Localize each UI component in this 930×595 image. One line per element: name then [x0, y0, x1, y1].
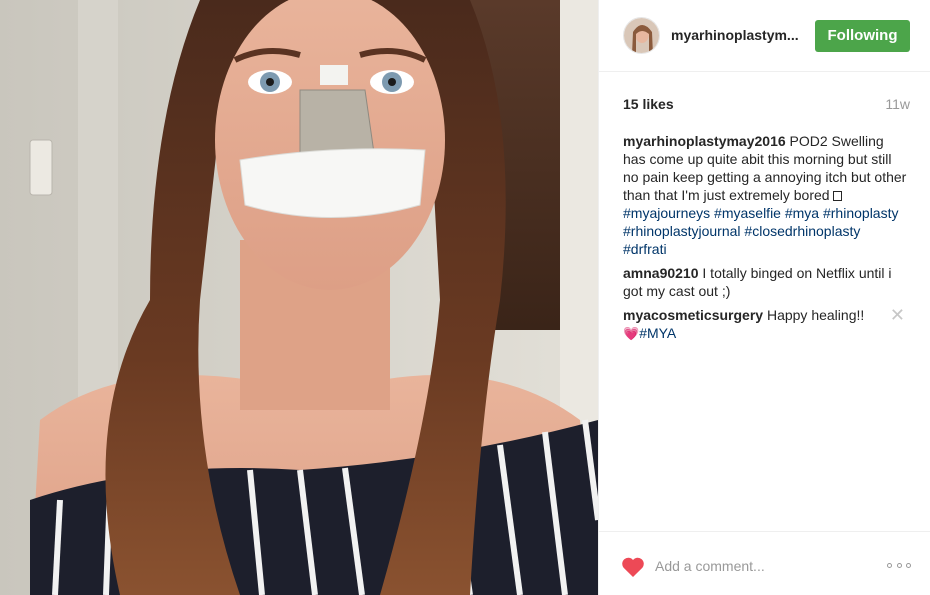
hashtag[interactable]: #rhinoplastyjournal [623, 223, 741, 239]
avatar[interactable] [623, 17, 660, 54]
post-photo[interactable] [0, 0, 598, 595]
dot-icon [887, 562, 892, 568]
hashtag[interactable]: #myajourneys [623, 205, 710, 221]
post-details-panel: myarhinoplastym... Following 15 likes 11… [598, 0, 930, 595]
heart-icon[interactable] [621, 556, 645, 578]
comment-item: amna90210 I totally binged on Netflix un… [623, 264, 907, 300]
caption-author[interactable]: myarhinoplastymay2016 [623, 133, 786, 149]
caption: myarhinoplastymay2016 POD2 Swelling has … [623, 132, 907, 258]
username-link[interactable]: myarhinoplastym... [671, 27, 811, 43]
post-header: myarhinoplastym... Following [599, 0, 930, 72]
selfie-photo [0, 0, 598, 595]
comment-author[interactable]: myacosmeticsurgery [623, 307, 763, 323]
dot-icon [896, 562, 902, 568]
comment-author[interactable]: amna90210 [623, 265, 699, 281]
hashtag[interactable]: #mya [785, 205, 819, 221]
missing-glyph-icon [833, 191, 843, 201]
stats-row: 15 likes 11w [623, 96, 910, 114]
more-options-icon[interactable] [887, 560, 911, 570]
avatar-image [624, 18, 659, 53]
pink-heart-icon: 💗 [623, 326, 640, 341]
hashtag[interactable]: #myaselfie [714, 205, 781, 221]
post-footer [599, 531, 930, 595]
hashtag[interactable]: #rhinoplasty [823, 205, 899, 221]
hashtag[interactable]: #MYA [639, 325, 676, 341]
post-timestamp[interactable]: 11w [885, 96, 910, 112]
hashtag[interactable]: #closedrhinoplasty [744, 223, 860, 239]
close-icon[interactable]: ✕ [890, 306, 905, 324]
comment-text: Happy healing!! [763, 307, 865, 323]
dot-icon [906, 562, 911, 568]
hashtag[interactable]: #drfrati [623, 241, 667, 257]
comment-list: myarhinoplastymay2016 POD2 Swelling has … [623, 132, 907, 349]
instagram-post: myarhinoplastym... Following 15 likes 11… [0, 0, 930, 595]
comment-item: ✕ myacosmeticsurgery Happy healing!! 💗#M… [623, 306, 907, 343]
comment-input[interactable] [655, 554, 875, 578]
following-button[interactable]: Following [815, 20, 910, 52]
likes-count[interactable]: 15 likes [623, 96, 674, 112]
